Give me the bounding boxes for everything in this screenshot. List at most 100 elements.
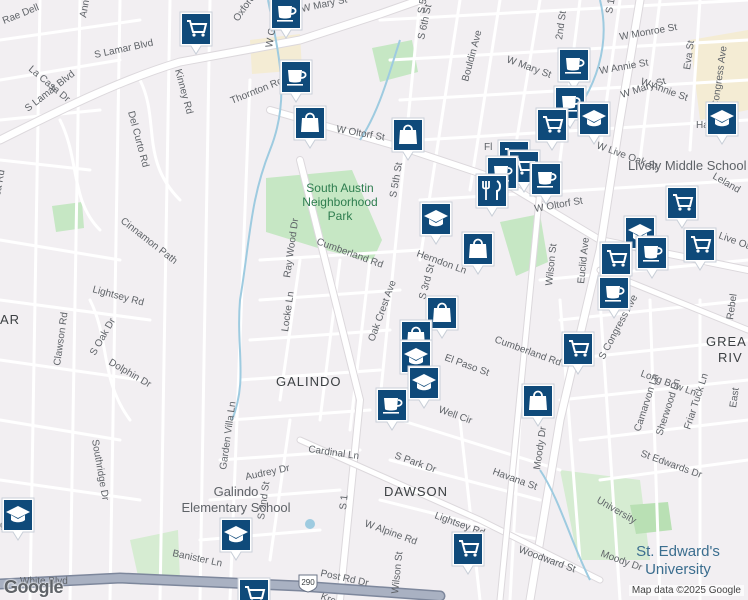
cup-icon [375,387,409,431]
bag-icon [461,231,495,275]
map-marker[interactable] [460,230,496,276]
map-marker[interactable] [596,274,632,320]
map-marker[interactable] [704,100,740,146]
map-marker[interactable] [520,382,556,428]
map-marker[interactable] [236,576,272,600]
street-label: Ann Arbor [78,0,97,19]
map-marker[interactable] [634,234,670,280]
map-marker[interactable] [474,172,510,218]
cart-icon [561,331,595,375]
place-label: South Austin [306,181,373,195]
map-marker[interactable] [278,58,314,104]
street-label: Cinnamon Path [118,216,179,267]
school-icon [1,497,35,541]
school-icon [407,365,441,409]
map-marker[interactable] [576,100,612,146]
cup-icon [597,275,631,319]
fork-knife-icon [475,173,509,217]
map-marker[interactable] [682,226,718,272]
google-logo: Google [4,577,64,597]
bag-icon [293,105,327,149]
school-icon [219,517,253,561]
place-label: Neighborhood [302,195,377,209]
street-label: Del Curto Rd [125,110,151,169]
street-label: Moody Dr [532,425,549,470]
map-copyright: Map data ©2025 Google [628,585,744,596]
street-label: Rebel [725,293,740,320]
neighborhood-label: GALINDO [276,374,342,389]
place-label: Galindo [214,484,259,499]
street-label: Fl [484,142,492,153]
map-marker[interactable] [0,496,36,542]
map-base: 290 W Mary StOxfordS Lamar BlvdS Lamar B… [0,0,748,600]
cart-icon [237,577,271,600]
school-icon [577,101,611,145]
map-marker[interactable] [418,200,454,246]
map-marker[interactable] [178,10,214,56]
map-marker[interactable] [450,530,486,576]
school-icon [705,101,739,145]
cart-icon [535,107,569,151]
street-label: Woodward St [517,544,577,575]
cart-icon [179,11,213,55]
cart-icon [665,185,699,229]
street-label: Audrey Dr [244,463,291,483]
street-label: Rae Dell [1,2,41,27]
street-label: Oak Crest Ave [366,278,398,343]
map-marker[interactable] [374,386,410,432]
bag-icon [521,383,555,427]
street-label: 2nd St [554,10,569,40]
cup-icon [279,59,313,103]
bag-icon [391,117,425,161]
pond [305,519,315,529]
highway-shield: 290 [298,574,318,593]
highway-shield-label: 290 [301,578,315,587]
park-area [500,214,548,276]
street-label: W Oltorf St [335,124,385,143]
park-area [52,202,84,232]
map-marker[interactable] [534,106,570,152]
map-marker[interactable] [218,516,254,562]
place-label: Lively Middle School [628,158,747,173]
cup-icon [269,0,303,39]
street-label: El Paso St [443,352,491,378]
map-marker[interactable] [528,160,564,206]
street-label: S Park Dr [393,450,438,475]
street-label: W Mary St [300,0,348,15]
map-marker[interactable] [406,364,442,410]
place-label: Elementary School [181,500,290,515]
map-marker[interactable] [268,0,304,40]
map-marker[interactable] [390,116,426,162]
street-label: Live Oak St [717,230,748,258]
cup-icon [529,161,563,205]
street-label: Wilson St [390,551,405,594]
street-label: Oxford [231,0,257,24]
street-label: Thornton Rd [229,76,285,107]
street-label: ca Rd [0,169,7,197]
street-label: Clawson Rd [52,311,70,366]
street-label: W Alpine Rd [363,518,418,547]
neighborhood-label: AR [0,312,20,327]
school-icon [419,201,453,245]
street-label: W Monroe St [619,22,679,43]
map-marker[interactable] [560,330,596,376]
map-marker[interactable] [292,104,328,150]
place-label: Park [328,209,354,223]
street-label: Friar Tuck Ln [682,372,710,431]
cart-icon [683,227,717,271]
neighborhood-label: GREA [706,334,747,349]
street-label: S 1 [338,494,351,511]
cup-icon [635,235,669,279]
map-canvas[interactable]: 290 W Mary St Oxford S Lamar Blvd S Lamar B… [0,0,748,600]
street-label: Lightsey Rd [91,284,145,308]
street-label: S Lamar Blvd [93,38,154,61]
street-label: Kinney Rd [172,68,195,115]
neighborhood-label: RIV [718,350,743,365]
street-label: St Edwards Dr [639,448,704,481]
cart-icon [451,531,485,575]
street-label: Well Cir [437,404,474,426]
neighborhood-label: DAWSON [384,484,448,499]
street-label: East [728,387,742,409]
place-label: University [645,561,711,578]
map-marker[interactable] [664,184,700,230]
